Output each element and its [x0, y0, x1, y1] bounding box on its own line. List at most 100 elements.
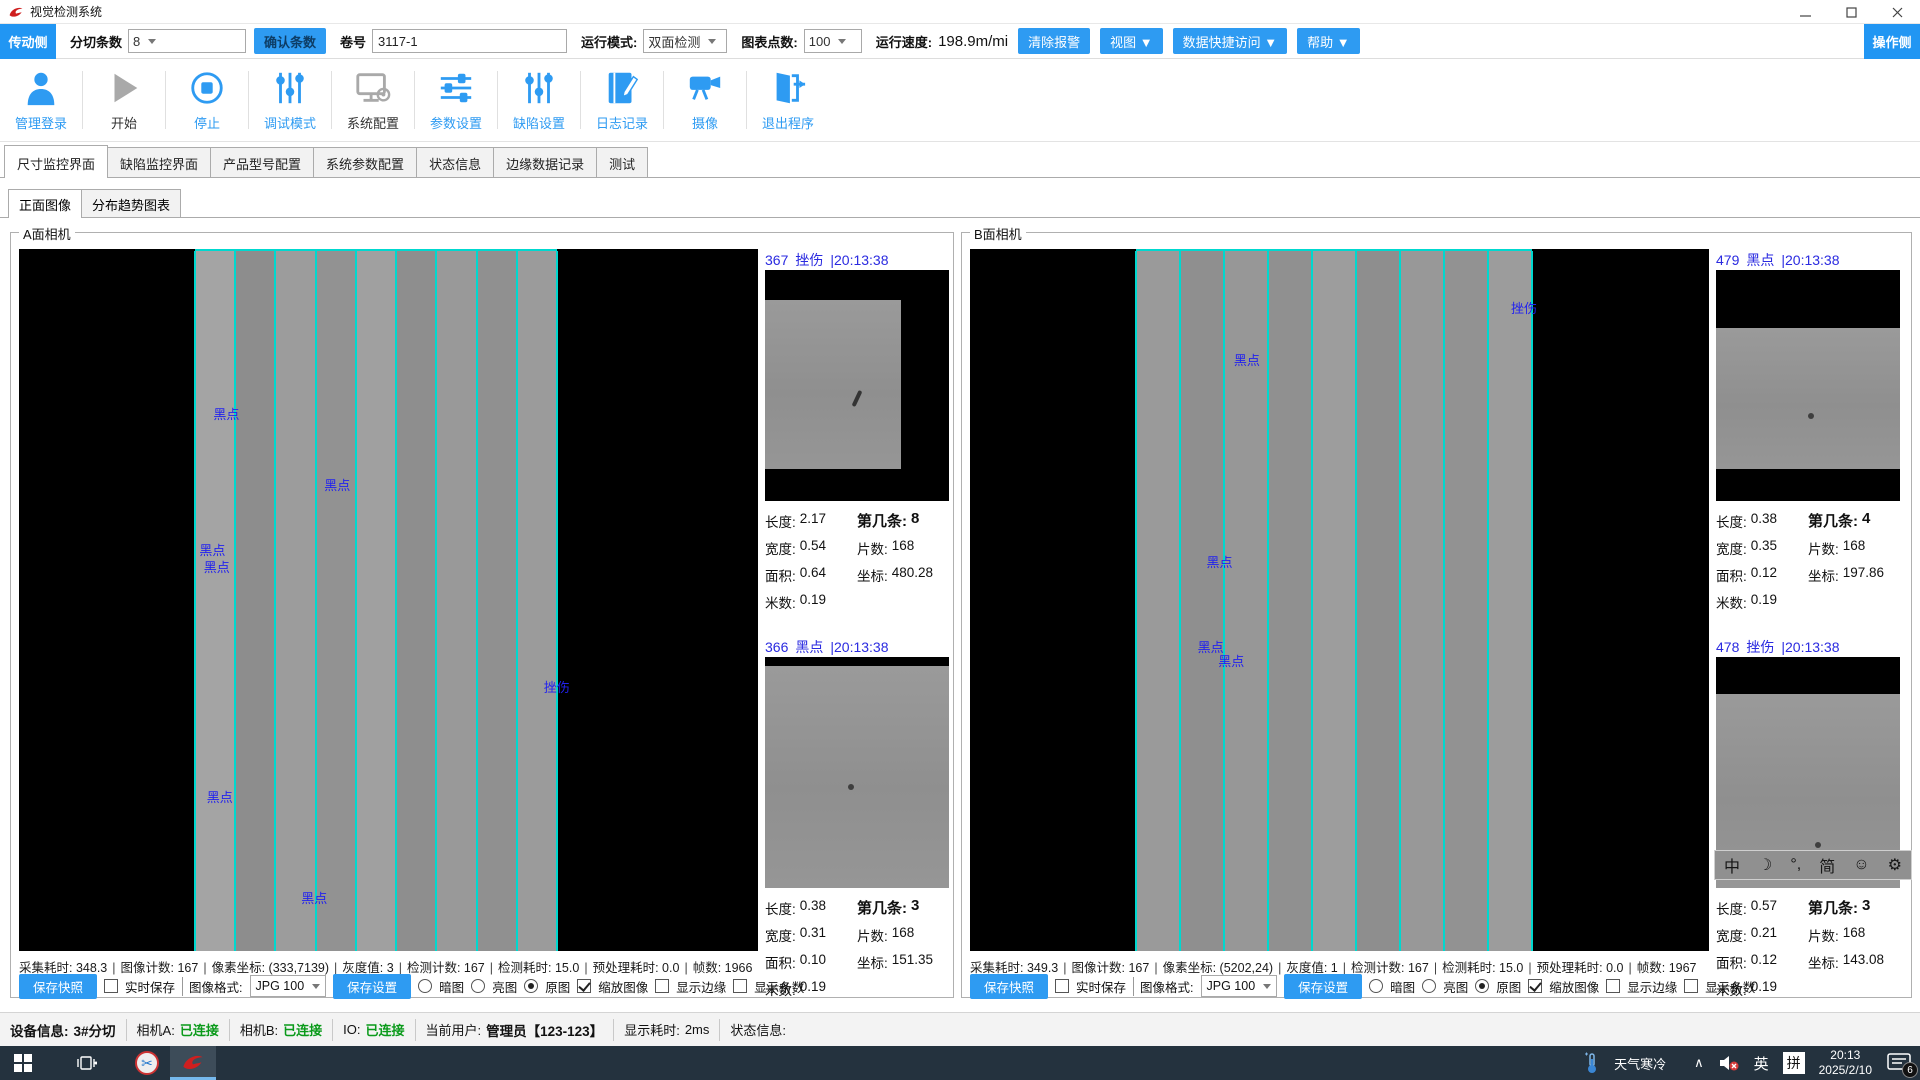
dark-image-radio[interactable]: [418, 979, 432, 993]
ime-settings-gear-icon[interactable]: ⚙: [1888, 855, 1902, 875]
camera-toolbar-button[interactable]: 摄像: [664, 64, 746, 136]
window-title: 视觉检测系统: [30, 3, 102, 20]
play-toolbar-button[interactable]: 开始: [83, 64, 165, 136]
log-toolbar-button[interactable]: 日志记录: [581, 64, 663, 136]
defect-spot: [848, 784, 854, 790]
operator-side-tag[interactable]: 操作侧: [1864, 24, 1920, 59]
run-speed-label: 运行速度:: [876, 32, 932, 51]
subtab-0[interactable]: 正面图像: [8, 189, 82, 218]
save-snapshot-button[interactable]: 保存快照: [19, 974, 97, 999]
main-tabbar: 尺寸监控界面缺陷监控界面产品型号配置系统参数配置状态信息边缘数据记录测试: [0, 147, 1920, 178]
weather-text[interactable]: 天气寒冷: [1614, 1054, 1666, 1073]
image-format-select[interactable]: JPG 100: [1201, 975, 1278, 997]
show-edges-checkbox[interactable]: [655, 979, 669, 993]
vision-app-taskbar-button[interactable]: [170, 1046, 216, 1080]
tab-main-0[interactable]: 尺寸监控界面: [4, 145, 108, 178]
defect-marker-label: 黑点: [1234, 350, 1260, 369]
save-snapshot-button[interactable]: 保存快照: [970, 974, 1048, 999]
show-count-checkbox[interactable]: [1684, 979, 1698, 993]
zoom-image-checkbox[interactable]: [1528, 979, 1542, 993]
start-button[interactable]: [0, 1046, 46, 1080]
taskbar-clock[interactable]: 20:13 2025/2/10: [1819, 1048, 1872, 1078]
tab-main-4[interactable]: 状态信息: [416, 147, 494, 178]
slit-edge-line: [1179, 251, 1181, 951]
sliders-horizontal-toolbar-button[interactable]: 参数设置: [415, 64, 497, 136]
scissors-icon: ✂: [135, 1051, 159, 1075]
slit-edge-line: [476, 251, 478, 951]
ime-language-indicator[interactable]: 英: [1754, 1053, 1769, 1074]
dark-image-radio[interactable]: [1369, 979, 1383, 993]
confirm-count-button[interactable]: 确认条数: [254, 28, 326, 54]
exit-toolbar-button[interactable]: 退出程序: [747, 64, 829, 136]
camera-panel-a: A面相机黑点黑点黑点黑点挫伤黑点黑点367挫伤|20:13:38长度:2.17第…: [10, 232, 954, 998]
ime-emoji-button[interactable]: ☺: [1853, 856, 1869, 874]
ime-halfwidth-moon-icon[interactable]: ☽: [1758, 855, 1772, 875]
slit-edge-line: [355, 251, 357, 951]
roll-number-input[interactable]: 3117-1: [372, 29, 567, 53]
sliders-vertical-toolbar-button[interactable]: 调试模式: [249, 64, 331, 136]
slit-edge-line: [315, 251, 317, 951]
defect-entry-header: 367挫伤|20:13:38: [765, 249, 949, 270]
action-center-button[interactable]: 6: [1886, 1052, 1912, 1074]
bright-image-label: 亮图: [492, 977, 517, 996]
slit-edge-line: [274, 251, 276, 951]
bright-image-radio[interactable]: [471, 979, 485, 993]
ime-lang-toggle[interactable]: 中: [1724, 853, 1740, 877]
defect-marker-label: 黑点: [324, 475, 350, 494]
defect-entry-header: 479黑点|20:13:38: [1716, 249, 1900, 270]
subtab-1[interactable]: 分布趋势图表: [81, 189, 181, 218]
defect-metadata: 长度:0.38第几条:4宽度:0.35片数:168面积:0.12坐标:197.8…: [1716, 501, 1900, 615]
defect-marker-label: 黑点: [301, 888, 327, 907]
defect-entry[interactable]: 478挫伤|20:13:38长度:0.57第几条:3宽度:0.21片数:168面…: [1716, 636, 1900, 1002]
bright-image-radio[interactable]: [1422, 979, 1436, 993]
sliders-vertical-toolbar-button[interactable]: 缺陷设置: [498, 64, 580, 136]
defect-entry[interactable]: 479黑点|20:13:38 长度:0.38第几条:4宽度:0.35片数:168面…: [1716, 249, 1900, 615]
drive-side-tag[interactable]: 传动侧: [0, 24, 56, 59]
speaker-muted-icon[interactable]: [1718, 1054, 1740, 1072]
snipping-tool-button[interactable]: ✂: [124, 1046, 170, 1080]
tray-expand-caret[interactable]: ∧: [1694, 1055, 1704, 1071]
user-toolbar-button[interactable]: 管理登录: [0, 64, 82, 136]
show-edges-checkbox[interactable]: [1606, 979, 1620, 993]
tab-main-5[interactable]: 边缘数据记录: [493, 147, 597, 178]
tab-main-1[interactable]: 缺陷监控界面: [107, 147, 211, 178]
tab-main-2[interactable]: 产品型号配置: [210, 147, 314, 178]
data-access-menu-button[interactable]: 数据快捷访问 ▼: [1173, 28, 1287, 54]
slit-edge-line: [1443, 251, 1445, 951]
view-menu-button[interactable]: 视图 ▼: [1100, 28, 1162, 54]
task-view-button[interactable]: [64, 1046, 110, 1080]
realtime-save-checkbox[interactable]: [1055, 979, 1069, 993]
close-button[interactable]: [1874, 0, 1920, 24]
ime-mode-indicator[interactable]: 拼: [1783, 1052, 1805, 1074]
save-settings-button[interactable]: 保存设置: [333, 974, 411, 999]
monitor-gear-toolbar-button[interactable]: 系统配置: [332, 64, 414, 136]
image-controls-row: 保存快照实时保存图像格式:JPG 100保存设置暗图亮图原图缩放图像显示边缘显示…: [970, 975, 1755, 997]
defect-entry[interactable]: 366黑点|20:13:38长度:0.38第几条:3宽度:0.31片数:168面…: [765, 636, 949, 1002]
original-image-radio[interactable]: [524, 979, 538, 993]
minimize-button[interactable]: [1782, 0, 1828, 24]
defect-entry[interactable]: 367挫伤|20:13:38长度:2.17第几条:8宽度:0.54片数:168面…: [765, 249, 949, 615]
slit-count-select[interactable]: 8: [128, 29, 246, 53]
defect-id: 367: [765, 252, 788, 268]
tab-main-6[interactable]: 测试: [596, 147, 648, 178]
maximize-button[interactable]: [1828, 0, 1874, 24]
ime-simplified-toggle[interactable]: 简: [1819, 853, 1835, 877]
realtime-save-checkbox[interactable]: [104, 979, 118, 993]
show-count-checkbox[interactable]: [733, 979, 747, 993]
camera-b-connected-badge: 已连接: [283, 1020, 322, 1039]
ime-punctuation-toggle[interactable]: °,: [1790, 856, 1801, 874]
run-mode-select[interactable]: 双面检测: [643, 29, 727, 53]
defect-time: |20:13:38: [1781, 252, 1839, 268]
status-info-segment: 状态信息:: [720, 1019, 796, 1041]
stop-toolbar-button[interactable]: 停止: [166, 64, 248, 136]
tab-main-3[interactable]: 系统参数配置: [313, 147, 417, 178]
roll-label: 卷号: [340, 32, 366, 51]
save-settings-button[interactable]: 保存设置: [1284, 974, 1362, 999]
original-image-radio[interactable]: [1475, 979, 1489, 993]
chart-points-select[interactable]: 100: [804, 29, 862, 53]
help-menu-button[interactable]: 帮助 ▼: [1297, 28, 1359, 54]
thermometer-icon[interactable]: [1584, 1052, 1600, 1074]
zoom-image-checkbox[interactable]: [577, 979, 591, 993]
clear-alarm-button[interactable]: 清除报警: [1018, 28, 1090, 54]
image-format-select[interactable]: JPG 100: [250, 975, 327, 997]
